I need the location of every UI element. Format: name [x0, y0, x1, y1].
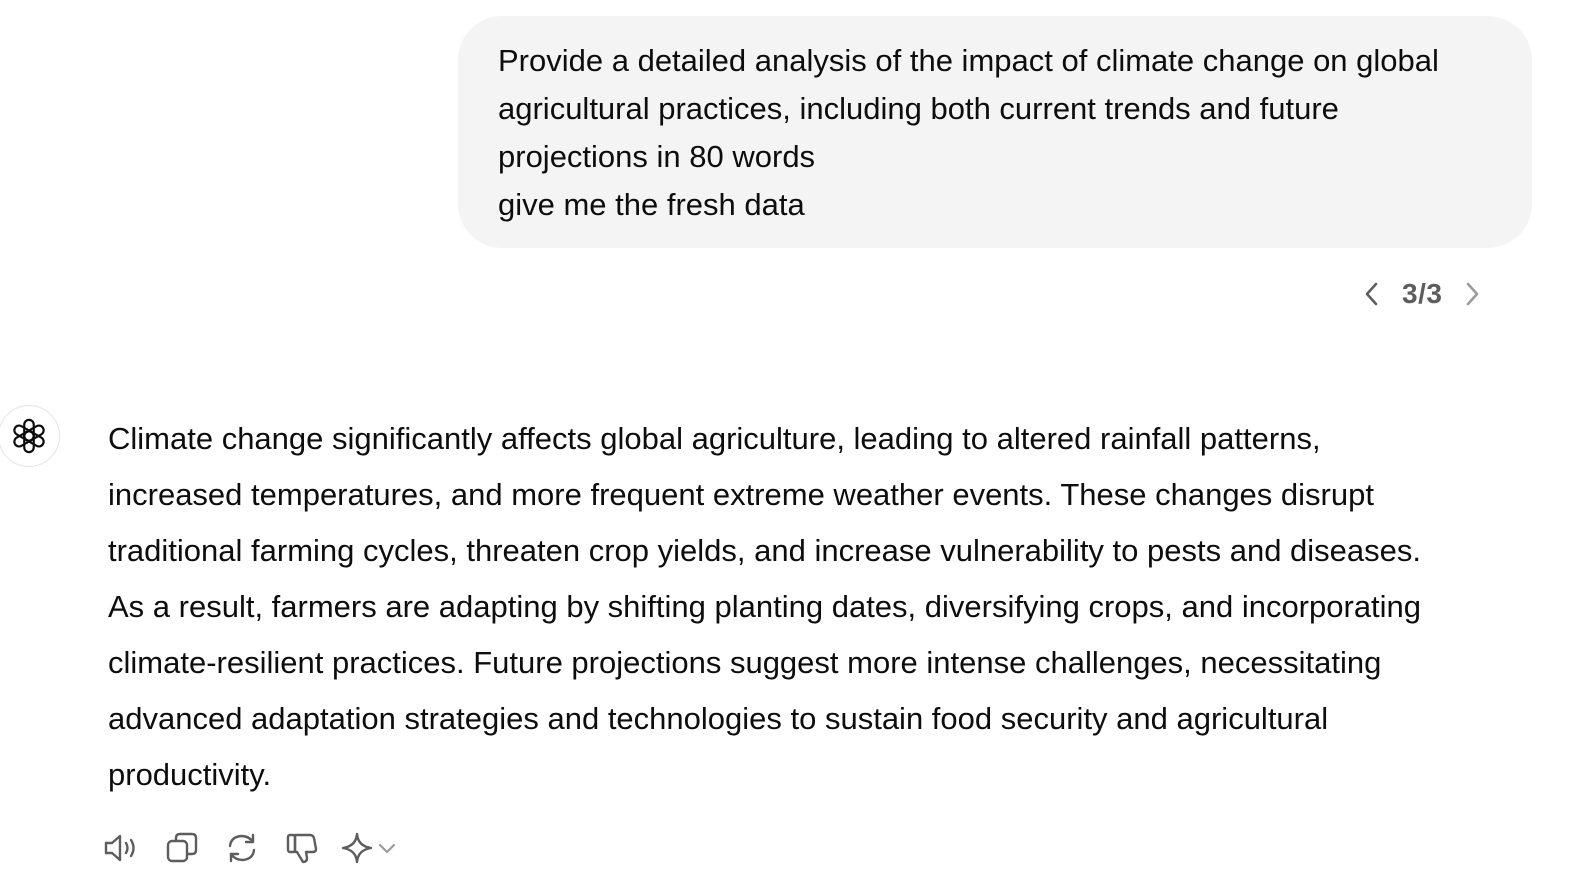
- thumbs-down-icon: [286, 833, 318, 864]
- assistant-avatar: [0, 405, 60, 467]
- user-message-bubble: Provide a detailed analysis of the impac…: [458, 16, 1532, 248]
- read-aloud-button[interactable]: [100, 826, 144, 870]
- previous-version-button[interactable]: [1352, 274, 1392, 314]
- version-counter: 3/3: [1402, 278, 1443, 309]
- message-actions-toolbar: [100, 826, 398, 870]
- speaker-icon: [104, 834, 135, 862]
- bad-response-button[interactable]: [280, 826, 324, 870]
- assistant-message: Climate change significantly affects glo…: [108, 411, 1568, 803]
- assistant-message-line: climate-resilient practices. Future proj…: [108, 645, 1382, 680]
- assistant-message-line: advanced adaptation strategies and techn…: [108, 701, 1329, 736]
- message-version-pager: 3/3: [1352, 270, 1492, 318]
- user-message-line: projections in 80 words: [498, 139, 816, 174]
- next-version-button[interactable]: [1452, 274, 1492, 314]
- regenerate-icon: [228, 833, 256, 863]
- chevron-down-icon: [378, 843, 396, 854]
- regenerate-button[interactable]: [220, 826, 264, 870]
- assistant-message-line: traditional farming cycles, threaten cro…: [108, 533, 1422, 568]
- user-message-line: give me the fresh data: [498, 187, 805, 222]
- chevron-left-icon: [1365, 282, 1378, 306]
- copy-button[interactable]: [160, 826, 204, 870]
- user-message-line: agricultural practices, including both c…: [498, 91, 1339, 126]
- switch-model-button[interactable]: [340, 826, 398, 870]
- sparkle-icon: [341, 832, 373, 864]
- assistant-message-line: As a result, farmers are adapting by shi…: [108, 589, 1422, 624]
- assistant-message-line: increased temperatures, and more frequen…: [108, 477, 1374, 512]
- user-message-line: Provide a detailed analysis of the impac…: [498, 43, 1439, 78]
- assistant-message-line: productivity.: [108, 757, 272, 792]
- chevron-right-icon: [1467, 282, 1479, 306]
- copy-icon: [166, 832, 198, 863]
- assistant-message-line: Climate change significantly affects glo…: [108, 421, 1321, 456]
- openai-logo-icon: [13, 418, 45, 454]
